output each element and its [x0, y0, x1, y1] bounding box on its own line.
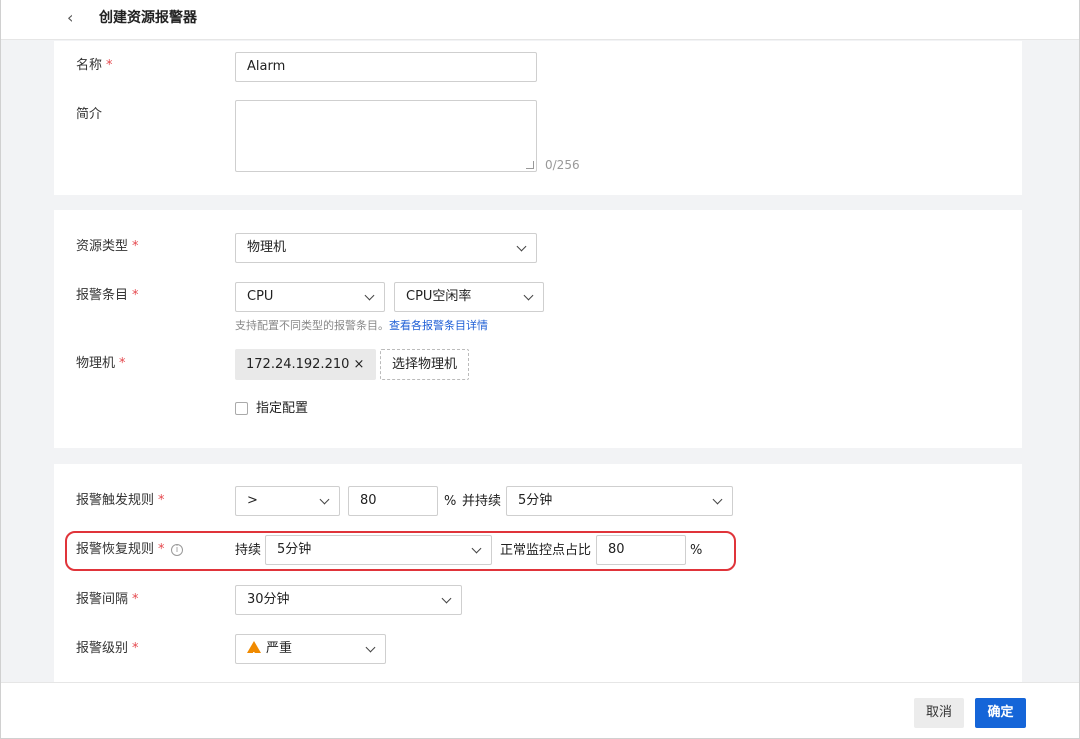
trigger-unit: % [444, 494, 457, 509]
machine-label: 物理机 * [76, 356, 126, 371]
footer-bar: 取消 确定 [1, 682, 1079, 738]
page-title: 创建资源报警器 [99, 10, 197, 26]
machine-tag: 172.24.192.210 × [235, 349, 376, 380]
trigger-duration-select[interactable]: 5分钟 [506, 486, 733, 516]
back-icon[interactable]: ‹ [67, 8, 81, 28]
interval-select[interactable]: 30分钟 [235, 585, 462, 615]
name-input[interactable]: Alarm [235, 52, 537, 82]
resource-type-label: 资源类型 * [76, 239, 139, 254]
trigger-operator-select[interactable]: > [235, 486, 340, 516]
alarm-item-hint: 支持配置不同类型的报警条目。查看各报警条目详情 [235, 319, 488, 332]
specify-config-checkbox[interactable] [235, 402, 248, 415]
resource-card: 资源类型 * 物理机 报警条目 * CPU CPU空闲率 支持配置不同类型的报警条目… [54, 210, 1022, 448]
chevron-down-icon [441, 593, 452, 604]
chevron-down-icon [516, 241, 527, 252]
cancel-button[interactable]: 取消 [914, 698, 964, 728]
rules-card: 报警触发规则 * > 80 % 并持续 5分钟 报警恢复规则 * i 持续 5分钟 … [54, 464, 1022, 682]
resize-handle-icon[interactable] [526, 161, 534, 169]
trigger-duration-label: 并持续 [462, 494, 502, 509]
basic-info-card: 名称 * Alarm 简介 0/256 [54, 41, 1022, 195]
specify-config-label: 指定配置 [256, 401, 309, 416]
desc-label: 简介 [76, 107, 103, 122]
interval-label: 报警间隔 * [76, 592, 139, 607]
resource-type-select[interactable]: 物理机 [235, 233, 537, 263]
alarm-item-metric-select[interactable]: CPU空闲率 [394, 282, 544, 312]
page-header: ‹ 创建资源报警器 [1, 0, 1079, 40]
close-icon[interactable]: × [354, 357, 365, 372]
alarm-item-details-link[interactable]: 查看各报警条目详情 [389, 319, 488, 332]
chevron-down-icon [523, 290, 534, 301]
level-select[interactable]: 严重 [235, 634, 386, 670]
confirm-button[interactable]: 确定 [975, 698, 1026, 728]
desc-char-counter: 0/256 [545, 158, 580, 172]
chevron-down-icon [712, 494, 723, 505]
level-label: 报警级别 * [76, 641, 139, 656]
alarm-item-label: 报警条目 * [76, 288, 139, 303]
chevron-down-icon [319, 494, 330, 505]
chevron-down-icon [365, 642, 376, 653]
warning-icon [247, 641, 261, 670]
trigger-value-input[interactable]: 80 [348, 486, 438, 516]
desc-textarea[interactable] [235, 100, 537, 172]
trigger-rule-label: 报警触发规则 * [76, 493, 165, 508]
select-machine-button[interactable]: 选择物理机 [380, 349, 470, 380]
alarm-item-category-select[interactable]: CPU [235, 282, 385, 312]
chevron-down-icon [364, 290, 375, 301]
highlight-outline [65, 531, 736, 571]
name-label: 名称 * [76, 58, 113, 73]
